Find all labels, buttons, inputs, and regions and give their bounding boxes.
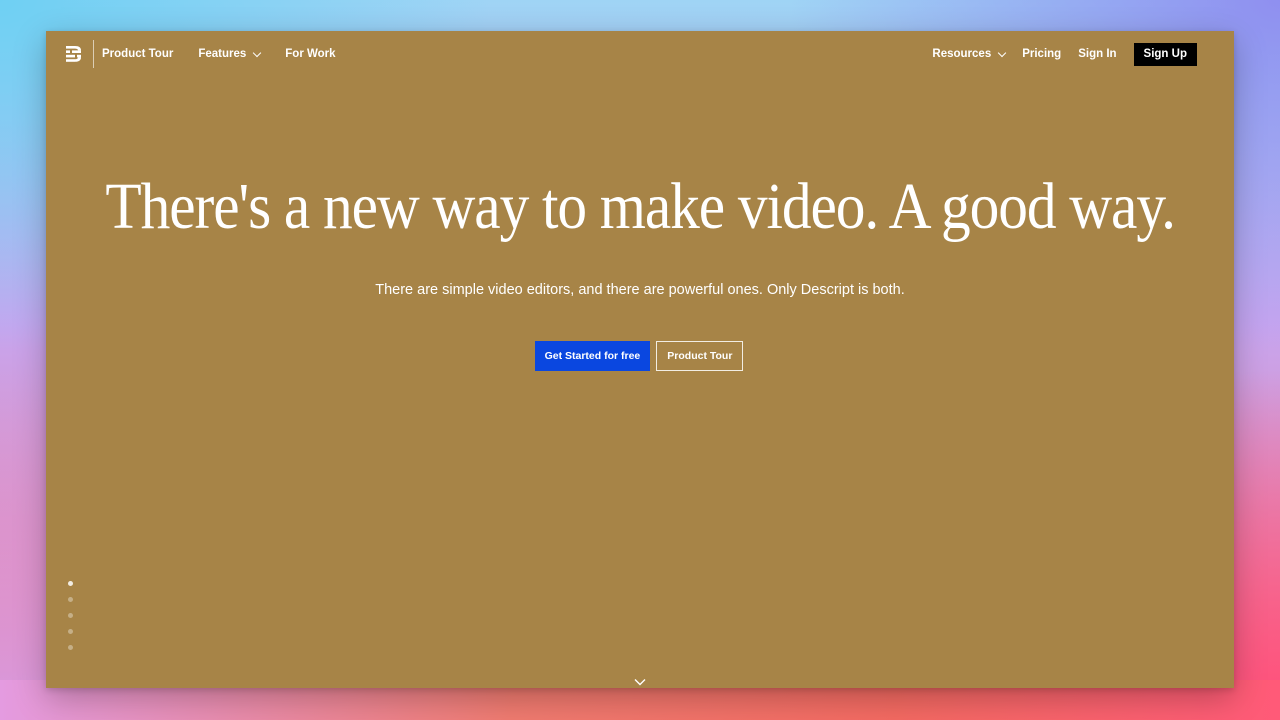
nav-link-for-work[interactable]: For Work xyxy=(285,48,335,60)
product-tour-button[interactable]: Product Tour xyxy=(656,341,744,371)
pagination-dot-active[interactable] xyxy=(68,581,73,586)
descript-logo-icon[interactable] xyxy=(66,46,81,62)
logo-divider xyxy=(93,40,94,68)
pagination-dot[interactable] xyxy=(68,629,73,634)
nav-link-label: Features xyxy=(198,48,247,60)
nav-link-features[interactable]: Features xyxy=(198,48,262,60)
nav-link-label: Product Tour xyxy=(102,48,174,60)
pagination-dot[interactable] xyxy=(68,597,73,602)
hero-subtitle: There are simple video editors, and ther… xyxy=(375,282,905,298)
hero-title: There's a new way to make video. A good … xyxy=(105,170,1176,243)
nav-link-sign-in[interactable]: Sign In xyxy=(1078,48,1116,60)
nav-right-links: Resources Pricing Sign In Sign Up xyxy=(932,31,1197,77)
nav-link-label: Pricing xyxy=(1022,48,1062,60)
pagination-dot[interactable] xyxy=(68,645,73,650)
get-started-button[interactable]: Get Started for free xyxy=(534,341,651,371)
pagination-dot[interactable] xyxy=(68,613,73,618)
nav-link-label: Resources xyxy=(932,48,992,60)
nav-link-pricing[interactable]: Pricing xyxy=(1022,48,1061,60)
nav-left-links: Product Tour Features For Work xyxy=(102,31,361,77)
hero-cta-row: Get Started for free Product Tour xyxy=(46,341,1234,371)
nav-link-resources[interactable]: Resources xyxy=(932,48,1007,60)
chevron-down-icon xyxy=(997,48,1007,57)
sign-up-button[interactable]: Sign Up xyxy=(1133,42,1197,66)
scroll-down-chevron-icon[interactable] xyxy=(634,676,646,688)
nav-link-label: Sign In xyxy=(1078,48,1117,60)
browser-window: Product Tour Features For Work Resources… xyxy=(46,31,1234,688)
top-navigation: Product Tour Features For Work Resources… xyxy=(46,31,1234,77)
chevron-down-icon xyxy=(253,48,262,57)
nav-link-product-tour[interactable]: Product Tour xyxy=(102,48,173,60)
nav-link-label: For Work xyxy=(285,48,336,60)
section-pagination xyxy=(68,581,73,650)
